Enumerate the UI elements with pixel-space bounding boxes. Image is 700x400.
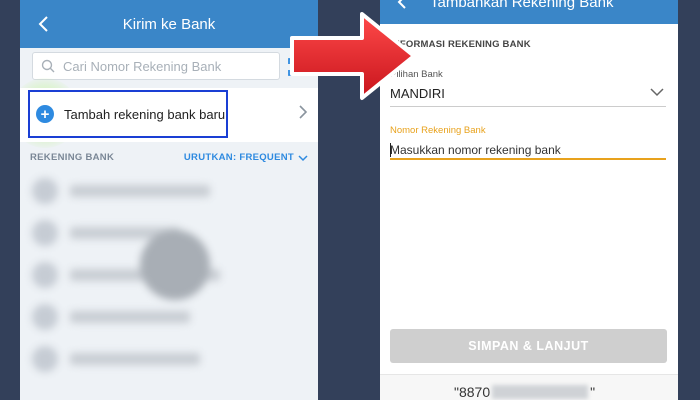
search-icon <box>41 59 55 73</box>
account-number-label: Nomor Rekening Bank <box>390 125 486 136</box>
bank-accounts-section-header: REKENING BANK URUTKAN: FREQUENT <box>20 152 318 168</box>
page-title: Tambahkan Rekening Bank <box>430 0 614 11</box>
text-cursor <box>390 143 391 157</box>
search-input[interactable]: Cari Nomor Rekening Bank <box>32 52 280 80</box>
sort-dropdown[interactable]: URUTKAN: FREQUENT <box>184 152 294 163</box>
list-item <box>20 338 318 380</box>
account-preview-suffix: " <box>590 384 596 400</box>
back-arrow-icon[interactable] <box>34 12 54 36</box>
left-screen: Kirim ke Bank Cari Nomor Rekening Bank +… <box>20 0 318 400</box>
account-number-suggestion[interactable]: "8870 " <box>454 384 595 400</box>
list-item <box>20 170 318 212</box>
left-header: Kirim ke Bank <box>20 0 318 48</box>
chevron-right-icon <box>299 105 308 119</box>
bank-select-underline <box>390 106 666 107</box>
red-arrow-icon <box>290 12 416 100</box>
add-bank-account-row[interactable]: + Tambah rekening bank baru <box>20 88 318 142</box>
add-bank-account-label: Tambah rekening bank baru <box>64 106 226 122</box>
right-header: Tambahkan Rekening Bank <box>380 0 678 24</box>
plus-circle-icon: + <box>36 105 54 123</box>
add-bank-account-button[interactable]: + Tambah rekening bank baru <box>28 90 228 138</box>
blurred-avatar <box>140 230 210 300</box>
list-item <box>20 296 318 338</box>
section-label: REKENING BANK <box>30 152 115 163</box>
chevron-down-icon[interactable] <box>650 88 664 97</box>
account-preview-prefix: "8870 <box>454 384 491 400</box>
save-and-continue-button[interactable]: SIMPAN & LANJUT <box>390 329 667 363</box>
chevron-down-icon[interactable] <box>298 154 308 162</box>
blurred-account-list <box>20 170 318 400</box>
page-title: Kirim ke Bank <box>122 15 216 33</box>
search-row: Cari Nomor Rekening Bank <box>20 52 318 82</box>
masked-digits <box>492 385 589 399</box>
search-placeholder: Cari Nomor Rekening Bank <box>63 58 222 74</box>
account-number-input[interactable] <box>390 142 666 160</box>
right-screen: Tambahkan Rekening Bank INFORMASI REKENI… <box>380 0 678 400</box>
